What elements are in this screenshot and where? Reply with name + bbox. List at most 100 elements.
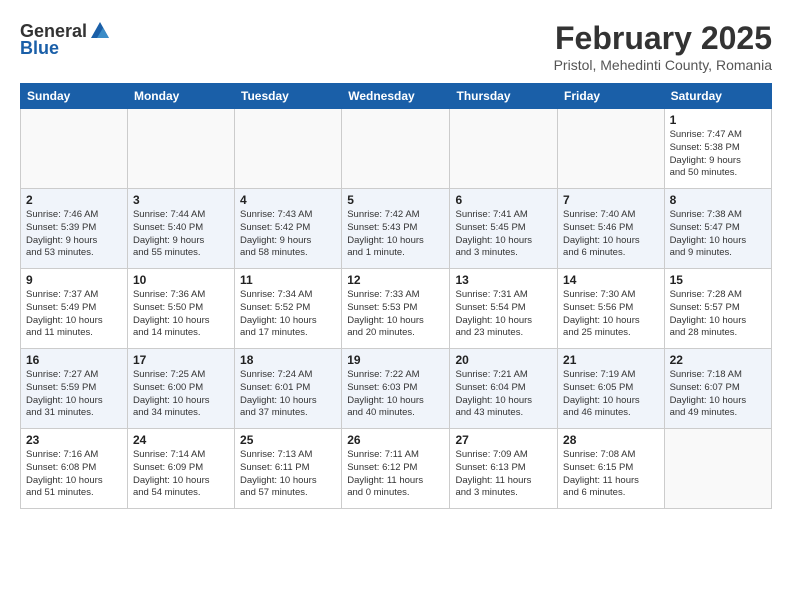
day-number: 26 [347,433,444,447]
calendar-cell [558,109,665,189]
day-number: 20 [455,353,552,367]
day-number: 11 [240,273,336,287]
day-number: 4 [240,193,336,207]
day-info: Sunrise: 7:14 AM Sunset: 6:09 PM Dayligh… [133,449,229,500]
day-info: Sunrise: 7:46 AM Sunset: 5:39 PM Dayligh… [26,209,122,260]
calendar-cell: 19 Sunrise: 7:22 AM Sunset: 6:03 PM Dayli… [342,349,450,429]
calendar-header-friday: Friday [558,84,665,109]
calendar-header-tuesday: Tuesday [235,84,342,109]
calendar-cell: 1 Sunrise: 7:47 AM Sunset: 5:38 PM Daylig… [664,109,771,189]
calendar-cell: 28Sunrise: 7:08 AM Sunset: 6:15 PM Dayli… [558,429,665,509]
calendar-cell: 2 Sunrise: 7:46 AM Sunset: 5:39 PM Daylig… [21,189,128,269]
calendar-cell: 17 Sunrise: 7:25 AM Sunset: 6:00 PM Dayli… [127,349,234,429]
day-number: 25 [240,433,336,447]
calendar-cell: 11 Sunrise: 7:34 AM Sunset: 5:52 PM Dayli… [235,269,342,349]
day-number: 18 [240,353,336,367]
day-number: 15 [670,273,766,287]
day-number: 3 [133,193,229,207]
day-number: 16 [26,353,122,367]
day-number: 9 [26,273,122,287]
day-info: Sunrise: 7:41 AM Sunset: 5:45 PM Dayligh… [455,209,552,260]
logo-blue-text: Blue [20,38,59,59]
day-number: 22 [670,353,766,367]
day-info: Sunrise: 7:30 AM Sunset: 5:56 PM Dayligh… [563,289,659,340]
day-info: Sunrise: 7:27 AM Sunset: 5:59 PM Dayligh… [26,369,122,420]
day-info: Sunrise: 7:37 AM Sunset: 5:49 PM Dayligh… [26,289,122,340]
page-header: General Blue February 2025 Pristol, Mehe… [20,20,772,73]
day-info: Sunrise: 7:43 AM Sunset: 5:42 PM Dayligh… [240,209,336,260]
day-info: Sunrise: 7:40 AM Sunset: 5:46 PM Dayligh… [563,209,659,260]
calendar-cell [664,429,771,509]
day-info: Sunrise: 7:11 AM Sunset: 6:12 PM Dayligh… [347,449,444,500]
day-number: 23 [26,433,122,447]
calendar-cell: 23 Sunrise: 7:16 AM Sunset: 6:08 PM Dayli… [21,429,128,509]
calendar-header-monday: Monday [127,84,234,109]
calendar-cell: 21 Sunrise: 7:19 AM Sunset: 6:05 PM Dayli… [558,349,665,429]
day-info: Sunrise: 7:21 AM Sunset: 6:04 PM Dayligh… [455,369,552,420]
calendar-cell: 10Sunrise: 7:36 AM Sunset: 5:50 PM Dayli… [127,269,234,349]
calendar-cell [127,109,234,189]
day-number: 14 [563,273,659,287]
day-number: 12 [347,273,444,287]
day-info: Sunrise: 7:19 AM Sunset: 6:05 PM Dayligh… [563,369,659,420]
day-number: 10 [133,273,229,287]
day-info: Sunrise: 7:22 AM Sunset: 6:03 PM Dayligh… [347,369,444,420]
logo-icon [89,20,111,42]
calendar-cell [450,109,558,189]
calendar-cell [342,109,450,189]
calendar-table: SundayMondayTuesdayWednesdayThursdayFrid… [20,83,772,509]
calendar-week-row: 16 Sunrise: 7:27 AM Sunset: 5:59 PM Dayli… [21,349,772,429]
calendar-cell: 13 Sunrise: 7:31 AM Sunset: 5:54 PM Dayli… [450,269,558,349]
calendar-cell: 26 Sunrise: 7:11 AM Sunset: 6:12 PM Dayli… [342,429,450,509]
day-info: Sunrise: 7:44 AM Sunset: 5:40 PM Dayligh… [133,209,229,260]
day-info: Sunrise: 7:25 AM Sunset: 6:00 PM Dayligh… [133,369,229,420]
day-info: Sunrise: 7:42 AM Sunset: 5:43 PM Dayligh… [347,209,444,260]
day-number: 19 [347,353,444,367]
calendar-cell: 9 Sunrise: 7:37 AM Sunset: 5:49 PM Daylig… [21,269,128,349]
calendar-week-row: 23 Sunrise: 7:16 AM Sunset: 6:08 PM Dayli… [21,429,772,509]
calendar-header-saturday: Saturday [664,84,771,109]
day-number: 7 [563,193,659,207]
day-number: 6 [455,193,552,207]
calendar-cell: 3 Sunrise: 7:44 AM Sunset: 5:40 PM Daylig… [127,189,234,269]
day-info: Sunrise: 7:47 AM Sunset: 5:38 PM Dayligh… [670,129,766,180]
day-info: Sunrise: 7:09 AM Sunset: 6:13 PM Dayligh… [455,449,552,500]
calendar-header-sunday: Sunday [21,84,128,109]
calendar-subtitle: Pristol, Mehedinti County, Romania [554,57,772,73]
logo: General Blue [20,20,111,59]
day-number: 2 [26,193,122,207]
calendar-cell: 22 Sunrise: 7:18 AM Sunset: 6:07 PM Dayli… [664,349,771,429]
calendar-title: February 2025 [554,20,772,57]
calendar-week-row: 2 Sunrise: 7:46 AM Sunset: 5:39 PM Daylig… [21,189,772,269]
day-number: 27 [455,433,552,447]
day-info: Sunrise: 7:24 AM Sunset: 6:01 PM Dayligh… [240,369,336,420]
day-number: 8 [670,193,766,207]
day-info: Sunrise: 7:34 AM Sunset: 5:52 PM Dayligh… [240,289,336,340]
calendar-week-row: 1 Sunrise: 7:47 AM Sunset: 5:38 PM Daylig… [21,109,772,189]
calendar-cell: 12 Sunrise: 7:33 AM Sunset: 5:53 PM Dayli… [342,269,450,349]
day-number: 1 [670,113,766,127]
calendar-cell: 18 Sunrise: 7:24 AM Sunset: 6:01 PM Dayli… [235,349,342,429]
day-info: Sunrise: 7:16 AM Sunset: 6:08 PM Dayligh… [26,449,122,500]
calendar-cell: 25 Sunrise: 7:13 AM Sunset: 6:11 PM Dayli… [235,429,342,509]
day-info: Sunrise: 7:18 AM Sunset: 6:07 PM Dayligh… [670,369,766,420]
day-info: Sunrise: 7:13 AM Sunset: 6:11 PM Dayligh… [240,449,336,500]
calendar-cell: 8 Sunrise: 7:38 AM Sunset: 5:47 PM Daylig… [664,189,771,269]
day-number: 13 [455,273,552,287]
day-info: Sunrise: 7:31 AM Sunset: 5:54 PM Dayligh… [455,289,552,340]
calendar-cell: 7 Sunrise: 7:40 AM Sunset: 5:46 PM Daylig… [558,189,665,269]
calendar-cell [235,109,342,189]
title-area: February 2025 Pristol, Mehedinti County,… [554,20,772,73]
calendar-week-row: 9 Sunrise: 7:37 AM Sunset: 5:49 PM Daylig… [21,269,772,349]
calendar-cell: 20 Sunrise: 7:21 AM Sunset: 6:04 PM Dayli… [450,349,558,429]
calendar-cell: 15 Sunrise: 7:28 AM Sunset: 5:57 PM Dayli… [664,269,771,349]
day-info: Sunrise: 7:38 AM Sunset: 5:47 PM Dayligh… [670,209,766,260]
day-number: 17 [133,353,229,367]
calendar-cell: 27 Sunrise: 7:09 AM Sunset: 6:13 PM Dayli… [450,429,558,509]
calendar-header-wednesday: Wednesday [342,84,450,109]
day-info: Sunrise: 7:28 AM Sunset: 5:57 PM Dayligh… [670,289,766,340]
day-number: 21 [563,353,659,367]
calendar-header-row: SundayMondayTuesdayWednesdayThursdayFrid… [21,84,772,109]
day-info: Sunrise: 7:33 AM Sunset: 5:53 PM Dayligh… [347,289,444,340]
day-number: 24 [133,433,229,447]
